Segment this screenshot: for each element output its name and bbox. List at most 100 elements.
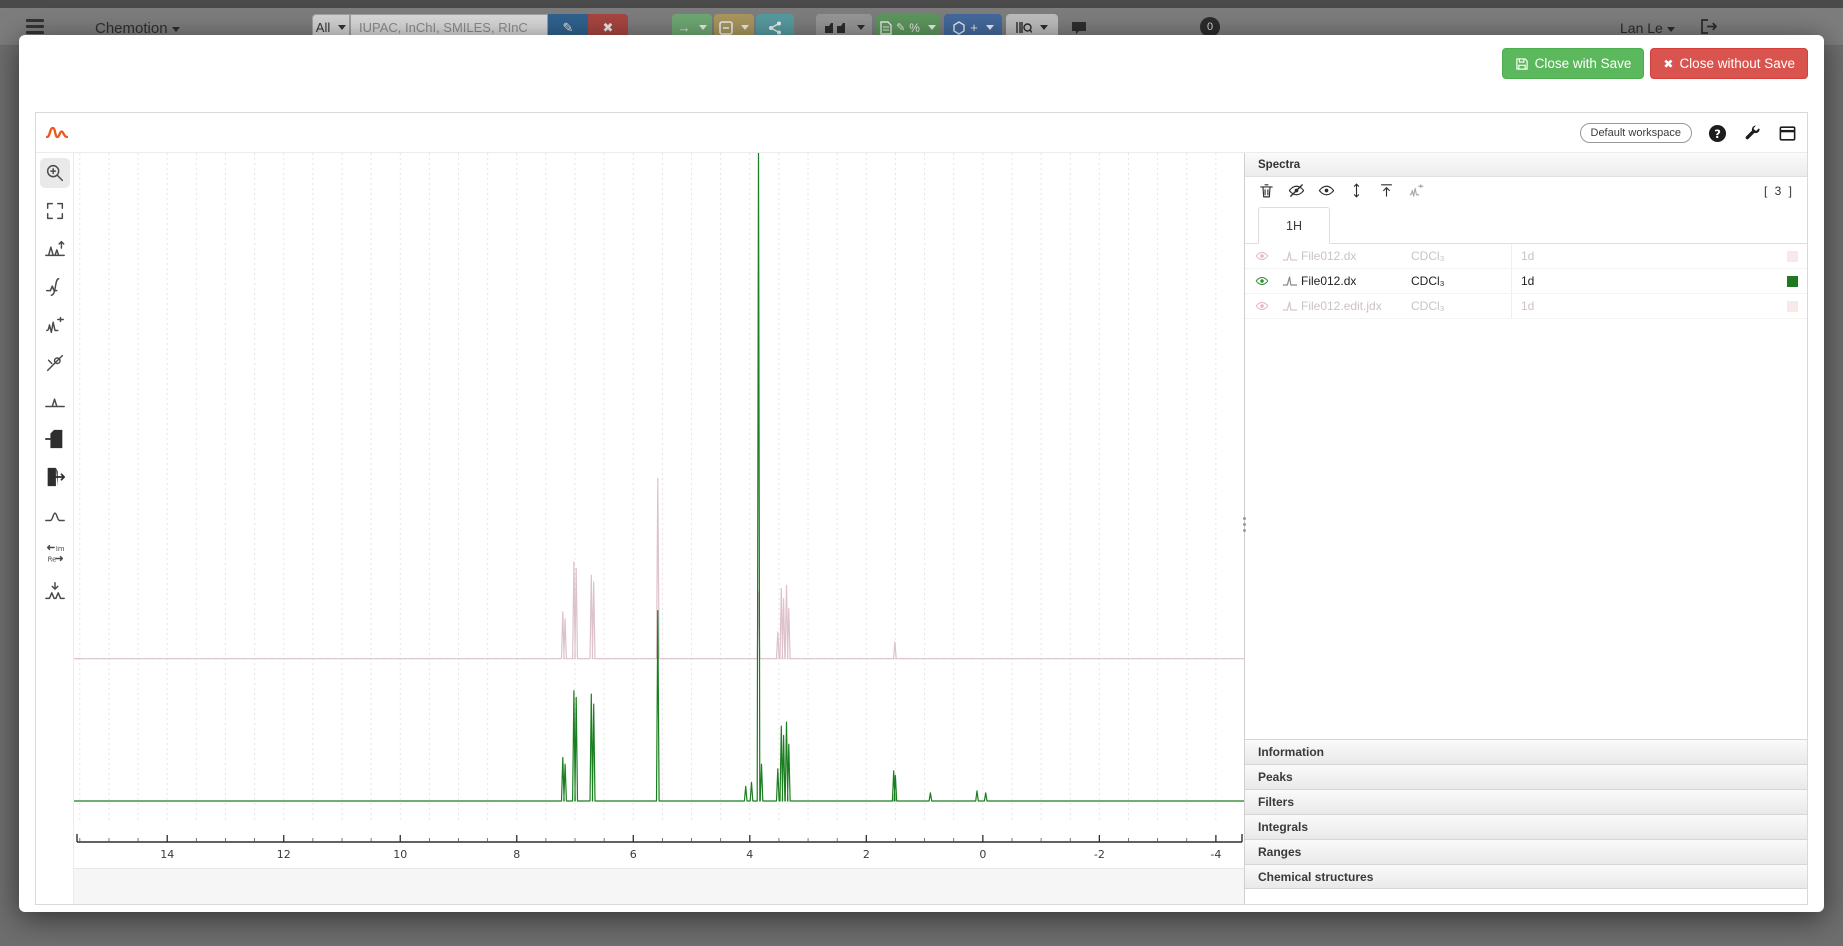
svg-text:12: 12 — [277, 848, 291, 861]
spectrum-row[interactable]: File012.dxCDCl₃1d — [1245, 244, 1807, 269]
export-tool-icon[interactable] — [40, 462, 70, 492]
integral-tool-icon[interactable] — [40, 272, 70, 302]
help-icon[interactable]: ? — [1708, 124, 1727, 143]
svg-text:-2: -2 — [1094, 848, 1105, 861]
spectrum-dimension: 1d — [1511, 269, 1756, 293]
spectrum-dimension: 1d — [1511, 244, 1756, 268]
spectrum-type-icon — [1279, 275, 1301, 288]
range-tool-icon[interactable] — [40, 310, 70, 340]
accordion-list: InformationPeaksFiltersIntegralsRangesCh… — [1245, 739, 1807, 889]
rangesm-icon[interactable] — [1408, 182, 1425, 199]
apodization-tool-icon[interactable] — [40, 500, 70, 530]
baseline-tool-icon[interactable] — [40, 386, 70, 416]
close-without-save-button[interactable]: ✖ Close without Save — [1650, 48, 1808, 79]
accordion-integrals[interactable]: Integrals — [1245, 814, 1807, 839]
user-menu[interactable]: Lan Le — [1620, 20, 1675, 36]
chevron-down-icon — [1667, 27, 1675, 32]
spectrum-row[interactable]: File012.dxCDCl₃1d — [1245, 269, 1807, 294]
svg-text:6: 6 — [630, 848, 637, 861]
inbox-icon — [1070, 19, 1088, 37]
eye-icon[interactable] — [1318, 182, 1335, 199]
import-tool-icon[interactable] — [40, 424, 70, 454]
svg-text:2: 2 — [863, 848, 870, 861]
svg-text:Im: Im — [55, 545, 64, 553]
accordion-filters[interactable]: Filters — [1245, 789, 1807, 814]
export-samples-icon — [823, 21, 849, 35]
spectrum-dimension: 1d — [1511, 294, 1756, 318]
accordion-information[interactable]: Information — [1245, 739, 1807, 764]
visibility-eye-icon[interactable] — [1245, 299, 1279, 313]
spectrum-chart[interactable]: 14121086420-2-4 — [74, 153, 1245, 868]
percent-icon: % — [909, 21, 920, 35]
peak-tool-icon[interactable] — [40, 234, 70, 264]
close-icon: ✖ — [603, 20, 614, 36]
visibility-eye-icon[interactable] — [1245, 249, 1279, 263]
workspace-selector[interactable]: Default workspace — [1580, 123, 1693, 143]
window-top-strip — [0, 0, 1843, 8]
nmrium-toolbar: ImRe — [36, 153, 74, 904]
panel-resize-handle[interactable] — [1241, 511, 1248, 537]
notification-badge[interactable]: 0 — [1200, 17, 1220, 37]
spectrum-color-swatch[interactable] — [1787, 276, 1798, 287]
svg-text:?: ? — [1714, 126, 1721, 140]
chevron-down-icon — [857, 25, 865, 30]
chevron-down-icon — [172, 27, 180, 32]
save-icon — [1515, 57, 1529, 71]
expand-tool-icon[interactable] — [40, 196, 70, 226]
layout-window-icon[interactable] — [1778, 124, 1797, 143]
spectrum-solvent: CDCl₃ — [1401, 274, 1511, 288]
share-icon — [768, 21, 782, 35]
spectrum-color-swatch[interactable] — [1787, 301, 1798, 312]
spectrum-color-swatch[interactable] — [1787, 251, 1798, 262]
panel-spacer — [1245, 319, 1807, 739]
close-with-save-button[interactable]: Close with Save — [1502, 48, 1645, 79]
close-icon: ✖ — [1663, 57, 1673, 71]
svg-text:-4: -4 — [1210, 848, 1221, 861]
spectrum-name: File012.dx — [1301, 249, 1401, 263]
spectrum-name: File012.dx — [1301, 274, 1401, 288]
chevron-down-icon — [338, 25, 346, 30]
chevron-down-icon — [986, 25, 994, 30]
nucleus-tab-row: 1H — [1245, 204, 1807, 244]
aligntop-icon[interactable] — [1378, 182, 1395, 199]
zoom-tool-icon[interactable] — [40, 158, 70, 188]
ft-tool-icon[interactable] — [40, 576, 70, 606]
pencil-icon: ✎ — [563, 20, 574, 36]
spectrum-type-icon — [1279, 300, 1301, 313]
sign-out-icon — [1700, 18, 1718, 35]
svg-text:4: 4 — [746, 848, 753, 861]
zone-tool-icon[interactable] — [40, 348, 70, 378]
accordion-chemical-structures[interactable]: Chemical structures — [1245, 864, 1807, 889]
nmrium-footer — [74, 868, 1244, 904]
plus-icon: + — [970, 20, 978, 35]
right-panel: Spectra [ 3 ] 1H File012.dxCDCl₃1dFile01… — [1244, 153, 1807, 904]
nmrium-header: Default workspace ? — [36, 113, 1807, 153]
modal-header: Close with Save ✖ Close without Save — [19, 35, 1824, 112]
spectrum-name: File012.edit.jdx — [1301, 299, 1401, 313]
nmrium-logo-icon — [45, 122, 69, 144]
chevron-down-icon — [928, 25, 936, 30]
spectra-toolbar: [ 3 ] — [1245, 177, 1807, 204]
tab-1h[interactable]: 1H — [1258, 207, 1330, 244]
settings-wrench-icon[interactable] — [1743, 124, 1762, 143]
trash-icon[interactable] — [1258, 182, 1275, 199]
updown-icon[interactable] — [1348, 182, 1365, 199]
chevron-down-icon — [1040, 25, 1048, 30]
svg-text:8: 8 — [513, 848, 520, 861]
spectra-list: File012.dxCDCl₃1dFile012.dxCDCl₃1dFile01… — [1245, 244, 1807, 319]
spectrum-type-icon — [1279, 250, 1301, 263]
visibility-eye-icon[interactable] — [1245, 274, 1279, 288]
chevron-down-icon — [741, 25, 749, 30]
accordion-ranges[interactable]: Ranges — [1245, 839, 1807, 864]
spectrum-solvent: CDCl₃ — [1401, 249, 1511, 263]
eyeoff-icon[interactable] — [1288, 182, 1305, 199]
svg-text:10: 10 — [393, 848, 407, 861]
spectrum-row[interactable]: File012.edit.jdxCDCl₃1d — [1245, 294, 1807, 319]
box-minus-icon — [719, 21, 733, 35]
spectra-count: [ 3 ] — [1764, 184, 1794, 198]
spectra-panel-header[interactable]: Spectra — [1245, 153, 1807, 177]
imre-tool-icon[interactable]: ImRe — [40, 538, 70, 568]
nmrium-viewer: Default workspace ? ImRe 14121086420-2-4… — [35, 112, 1808, 905]
chevron-down-icon — [699, 25, 707, 30]
accordion-peaks[interactable]: Peaks — [1245, 764, 1807, 789]
